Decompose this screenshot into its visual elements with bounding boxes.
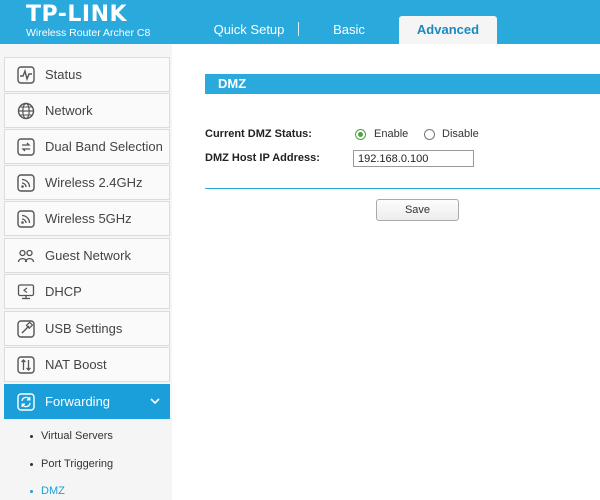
dhcp-monitor-icon <box>17 283 35 301</box>
dmz-status-label: Current DMZ Status: <box>205 128 312 140</box>
bullet-icon <box>30 462 33 466</box>
wireless-icon <box>17 174 35 192</box>
tab-separator <box>298 22 299 36</box>
top-header: TP-LINK Wireless Router Archer C8 Quick … <box>0 0 600 44</box>
guest-users-icon <box>17 247 35 265</box>
sidebar-item-label: Status <box>45 67 82 82</box>
sidebar-item-guest-network[interactable]: Guest Network <box>4 238 170 273</box>
sidebar-item-wireless-2-4ghz[interactable]: Wireless 2.4GHz <box>4 165 170 200</box>
sidebar-item-label: Network <box>45 103 93 118</box>
tab-quick-setup[interactable]: Quick Setup <box>204 16 294 44</box>
chevron-down-icon <box>149 394 161 408</box>
sub-item-port-triggering[interactable]: Port Triggering <box>30 458 113 470</box>
host-ip-label: DMZ Host IP Address: <box>205 152 320 164</box>
wireless-icon <box>17 210 35 228</box>
bullet-icon <box>30 489 33 493</box>
sidebar-item-usb-settings[interactable]: USB Settings <box>4 311 170 346</box>
section-title: DMZ <box>218 76 247 91</box>
save-button[interactable]: Save <box>376 199 459 221</box>
sidebar-item-status[interactable]: Status <box>4 57 170 92</box>
sub-item-label: Port Triggering <box>41 458 114 470</box>
main-content: DMZ Current DMZ Status: Enable Disable D… <box>172 44 600 500</box>
globe-icon <box>17 102 35 120</box>
host-ip-input[interactable] <box>353 150 474 167</box>
sidebar-item-dhcp[interactable]: DHCP <box>4 274 170 309</box>
sub-item-label: Virtual Servers <box>41 430 113 442</box>
sidebar-item-label: Wireless 2.4GHz <box>45 175 143 190</box>
sidebar-item-wireless-5ghz[interactable]: Wireless 5GHz <box>4 201 170 236</box>
tab-basic[interactable]: Basic <box>314 16 384 44</box>
dual-band-icon <box>17 138 35 156</box>
sidebar-item-network[interactable]: Network <box>4 93 170 128</box>
sidebar-item-label: Dual Band Selection <box>45 139 163 154</box>
sidebar-item-nat-boost[interactable]: NAT Boost <box>4 347 170 382</box>
sidebar-item-label: NAT Boost <box>45 357 107 372</box>
sidebar-item-dual-band-selection[interactable]: Dual Band Selection <box>4 129 170 164</box>
sub-item-label: DMZ <box>41 485 65 497</box>
bullet-icon <box>30 434 33 438</box>
sidebar-item-label: Wireless 5GHz <box>45 211 132 226</box>
sidebar-item-label: USB Settings <box>45 321 123 336</box>
nat-boost-icon <box>17 356 35 374</box>
status-icon <box>17 66 35 84</box>
sidebar-item-label: Guest Network <box>45 248 131 263</box>
forwarding-icon <box>17 393 35 411</box>
sidebar-item-forwarding[interactable]: Forwarding <box>4 384 170 419</box>
sidebar-item-label: Forwarding <box>45 394 111 409</box>
enable-radio[interactable] <box>355 129 366 140</box>
sidebar-item-label: DHCP <box>45 284 82 299</box>
sidebar-nav: Status Network Dual Band Selection Wirel… <box>0 44 172 500</box>
brand-logo: TP-LINK <box>26 2 128 27</box>
sub-item-virtual-servers[interactable]: Virtual Servers <box>30 430 113 442</box>
usb-icon <box>17 320 35 338</box>
router-model-subtitle: Wireless Router Archer C8 <box>26 27 151 39</box>
disable-radio-label[interactable]: Disable <box>442 128 479 140</box>
enable-radio-label[interactable]: Enable <box>374 128 408 140</box>
disable-radio[interactable] <box>424 129 435 140</box>
section-header: DMZ <box>205 74 600 94</box>
tab-advanced[interactable]: Advanced <box>399 16 497 44</box>
sub-item-dmz[interactable]: DMZ <box>30 485 65 497</box>
section-divider <box>205 188 600 189</box>
